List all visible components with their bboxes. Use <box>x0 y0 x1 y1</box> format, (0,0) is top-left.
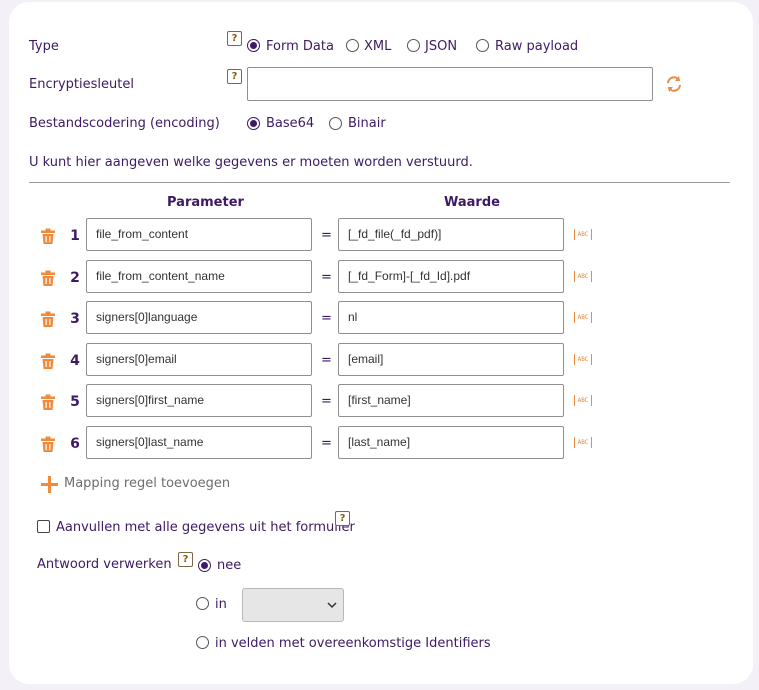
response-field-select[interactable] <box>242 588 344 622</box>
type-radio-xml[interactable] <box>346 39 359 52</box>
parameter-input[interactable]: signers[0]email <box>86 343 312 376</box>
plus-icon[interactable] <box>41 476 58 493</box>
settings-card: Type ? Form Data XML JSON Raw payload En… <box>9 2 753 684</box>
type-radio-rawpayload[interactable] <box>476 39 489 52</box>
value-input[interactable]: [email] <box>338 343 564 376</box>
parameter-input[interactable]: file_from_content_name <box>86 260 312 293</box>
abc-field-icon[interactable]: ABC <box>574 395 592 406</box>
response-option-nee: nee <box>217 558 242 573</box>
encoding-radio-base64[interactable] <box>247 117 260 130</box>
encryption-key-input[interactable] <box>247 67 653 101</box>
type-radio-json[interactable] <box>407 39 420 52</box>
type-option-xml: XML <box>364 39 392 54</box>
response-option-identifiers: in velden met overeenkomstige Identifier… <box>215 636 491 651</box>
divider <box>29 182 730 183</box>
fill-all-checkbox[interactable] <box>37 520 50 533</box>
row-number: 5 <box>70 394 80 410</box>
row-number: 1 <box>70 228 80 244</box>
abc-field-icon[interactable]: ABC <box>574 312 592 323</box>
value-input[interactable]: [_fd_Form]-[_fd_Id].pdf <box>338 260 564 293</box>
parameter-input[interactable]: signers[0]last_name <box>86 426 312 459</box>
type-radio-formdata[interactable] <box>247 39 260 52</box>
value-input[interactable]: [last_name] <box>338 426 564 459</box>
response-radio-in[interactable] <box>196 597 209 610</box>
encoding-option-binair: Binair <box>348 116 386 131</box>
trash-icon[interactable] <box>40 228 56 248</box>
parameter-input[interactable]: signers[0]first_name <box>86 384 312 417</box>
equals-sign: = <box>321 436 332 451</box>
response-label: Antwoord verwerken <box>37 557 172 572</box>
chevron-down-icon <box>327 602 337 609</box>
abc-field-icon[interactable]: ABC <box>574 229 592 240</box>
row-number: 3 <box>70 311 80 327</box>
value-input[interactable]: nl <box>338 301 564 334</box>
value-input[interactable]: [_fd_file(_fd_pdf)] <box>338 218 564 251</box>
fill-all-label: Aanvullen met alle gegevens uit het form… <box>56 520 355 535</box>
trash-icon[interactable] <box>40 394 56 414</box>
response-help-icon[interactable]: ? <box>178 552 193 567</box>
type-label: Type <box>29 39 59 54</box>
response-radio-identifiers[interactable] <box>196 636 209 649</box>
type-option-formdata: Form Data <box>266 39 334 54</box>
row-number: 2 <box>70 270 80 286</box>
equals-sign: = <box>321 353 332 368</box>
info-text: U kunt hier aangeven welke gegevens er m… <box>29 155 473 170</box>
abc-field-icon[interactable]: ABC <box>574 354 592 365</box>
parameter-column-header: Parameter <box>167 195 244 210</box>
parameter-input[interactable]: signers[0]language <box>86 301 312 334</box>
parameter-input[interactable]: file_from_content <box>86 218 312 251</box>
add-mapping-rule-link[interactable]: Mapping regel toevoegen <box>64 476 230 491</box>
row-number: 4 <box>70 353 80 369</box>
type-option-rawpayload: Raw payload <box>495 39 579 54</box>
encoding-radio-binair[interactable] <box>329 117 342 130</box>
abc-field-icon[interactable]: ABC <box>574 271 592 282</box>
value-input[interactable]: [first_name] <box>338 384 564 417</box>
trash-icon[interactable] <box>40 311 56 331</box>
type-option-json: JSON <box>425 39 458 54</box>
trash-icon[interactable] <box>40 436 56 456</box>
encryption-label: Encryptiesleutel <box>29 77 134 92</box>
response-radio-nee[interactable] <box>198 559 211 572</box>
trash-icon[interactable] <box>40 353 56 373</box>
value-column-header: Waarde <box>444 195 500 210</box>
encoding-option-base64: Base64 <box>266 116 315 131</box>
equals-sign: = <box>321 270 332 285</box>
encryption-help-icon[interactable]: ? <box>227 69 242 84</box>
row-number: 6 <box>70 436 80 452</box>
refresh-icon[interactable] <box>665 75 683 93</box>
response-option-in: in <box>215 597 227 612</box>
abc-field-icon[interactable]: ABC <box>574 437 592 448</box>
type-help-icon[interactable]: ? <box>227 31 242 46</box>
equals-sign: = <box>321 228 332 243</box>
trash-icon[interactable] <box>40 270 56 290</box>
equals-sign: = <box>321 394 332 409</box>
equals-sign: = <box>321 311 332 326</box>
encoding-label: Bestandscodering (encoding) <box>29 116 220 131</box>
fill-all-help-icon[interactable]: ? <box>335 511 350 526</box>
